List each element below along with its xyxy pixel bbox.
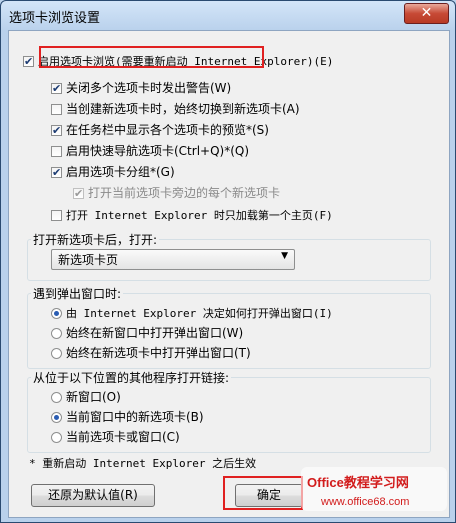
option-label: 打开当前选项卡旁边的每个新选项卡: [88, 186, 281, 200]
option-label: 启用快速导航选项卡(Ctrl+Q)*(Q): [66, 144, 250, 158]
watermark-brand: Office教程学习网: [307, 475, 409, 490]
option-first-home-page[interactable]: 打开 Internet Explorer 时只加载第一个主页(F): [51, 206, 333, 224]
restore-defaults-button[interactable]: 还原为默认值(R): [31, 484, 155, 507]
new-tab-select[interactable]: 新选项卡页 ▼: [51, 249, 295, 270]
dialog-window: 选项卡浏览设置 ✕ 启用选项卡浏览(需要重新启动 Internet Explor…: [0, 0, 456, 523]
checkbox[interactable]: [51, 104, 62, 115]
option-label: 关闭多个选项卡时发出警告(W): [66, 81, 232, 95]
option-warn-close[interactable]: 关闭多个选项卡时发出警告(W): [51, 79, 232, 98]
links-radio-new-tab[interactable]: 当前窗口中的新选项卡(B): [51, 408, 204, 426]
radio-label: 始终在新选项卡中打开弹出窗口(T): [66, 346, 251, 360]
chevron-down-icon: ▼: [281, 251, 288, 261]
radio-label: 由 Internet Explorer 决定如何打开弹出窗口(I): [66, 307, 333, 320]
close-icon: ✕: [420, 5, 433, 21]
radio[interactable]: [51, 348, 62, 359]
dialog-body: 启用选项卡浏览(需要重新启动 Internet Explorer)(E) 关闭多…: [8, 30, 450, 518]
radio-label: 始终在新窗口中打开弹出窗口(W): [66, 326, 244, 340]
radio[interactable]: [51, 432, 62, 443]
links-group-label: 从位于以下位置的其他程序打开链接:: [31, 369, 232, 386]
popup-radio-new-window[interactable]: 始终在新窗口中打开弹出窗口(W): [51, 324, 243, 342]
links-radio-current[interactable]: 当前选项卡或窗口(C): [51, 428, 180, 446]
watermark-logo: Office教程学习网 www.office68.com: [299, 463, 449, 515]
option-label: 在任务栏中显示各个选项卡的预览*(S): [66, 123, 269, 137]
popup-radio-ie-decides[interactable]: 由 Internet Explorer 决定如何打开弹出窗口(I): [51, 304, 333, 322]
highlight-box-warn-close: [39, 46, 264, 68]
checkbox[interactable]: [51, 80, 62, 98]
popup-radio-new-tab[interactable]: 始终在新选项卡中打开弹出窗口(T): [51, 344, 251, 362]
checkbox[interactable]: [51, 164, 62, 182]
close-button[interactable]: ✕: [404, 3, 449, 24]
option-open-beside: 打开当前选项卡旁边的每个新选项卡: [73, 184, 281, 203]
checkbox[interactable]: [23, 53, 34, 71]
radio[interactable]: [51, 328, 62, 339]
checkbox[interactable]: [51, 122, 62, 140]
title-bar: 选项卡浏览设置 ✕: [1, 1, 455, 29]
checkbox[interactable]: [51, 210, 62, 221]
dialog-title: 选项卡浏览设置: [9, 11, 101, 26]
checkbox[interactable]: [51, 146, 62, 157]
checkbox: [73, 185, 84, 203]
popup-group-label: 遇到弹出窗口时:: [31, 285, 124, 302]
option-label: 当创建新选项卡时，始终切换到新选项卡(A): [66, 102, 300, 116]
option-tab-groups[interactable]: 启用选项卡分组*(G): [51, 163, 175, 182]
watermark-icon: Office教程学习网 www.office68.com: [301, 467, 447, 511]
new-tab-group-label: 打开新选项卡后，打开:: [31, 231, 160, 248]
highlight-box-ok: [223, 476, 303, 510]
radio-label: 当前窗口中的新选项卡(B): [66, 410, 204, 424]
option-label: 启用选项卡分组*(G): [66, 165, 175, 179]
watermark-url: www.office68.com: [320, 496, 409, 508]
option-label: 打开 Internet Explorer 时只加载第一个主页(F): [66, 209, 333, 222]
option-taskbar-preview[interactable]: 在任务栏中显示各个选项卡的预览*(S): [51, 121, 269, 140]
option-quick-tabs[interactable]: 启用快速导航选项卡(Ctrl+Q)*(Q): [51, 142, 249, 160]
radio-label: 新窗口(O): [66, 390, 121, 404]
option-switch-new-tab[interactable]: 当创建新选项卡时，始终切换到新选项卡(A): [51, 100, 300, 118]
footnote: * 重新启动 Internet Explorer 之后生效: [29, 457, 257, 470]
radio[interactable]: [51, 308, 62, 319]
radio[interactable]: [51, 412, 62, 423]
radio-label: 当前选项卡或窗口(C): [66, 430, 180, 444]
links-radio-new-window[interactable]: 新窗口(O): [51, 388, 121, 406]
new-tab-select-value: 新选项卡页: [58, 253, 119, 267]
radio[interactable]: [51, 392, 62, 403]
